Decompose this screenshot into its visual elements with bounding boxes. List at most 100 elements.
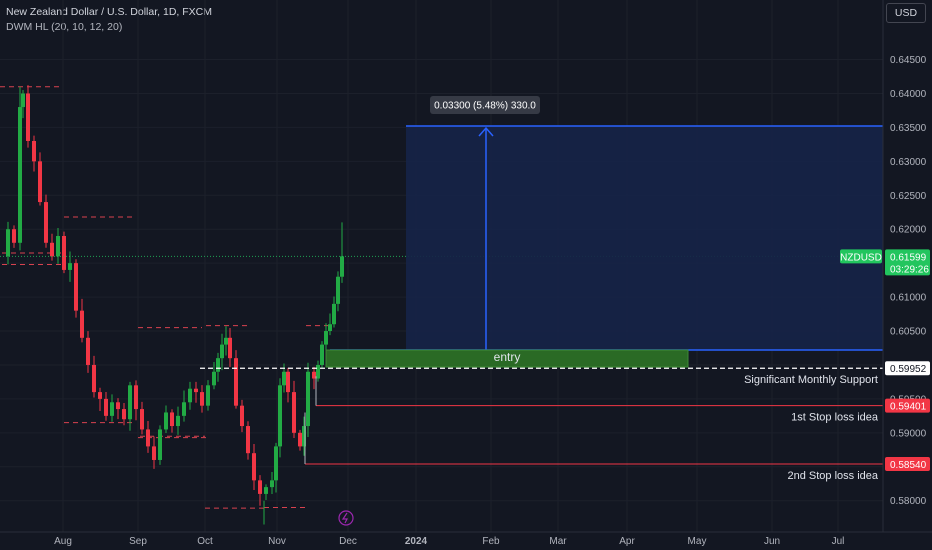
price-tick-label: 0.62500 xyxy=(890,191,927,202)
candle-up xyxy=(278,378,282,458)
candle-body xyxy=(274,446,278,481)
candle-body xyxy=(38,161,42,203)
candle-body xyxy=(194,388,198,393)
time-tick-label: Jun xyxy=(764,536,780,547)
candle-down xyxy=(26,85,30,148)
candle-body xyxy=(92,364,96,393)
candle-body xyxy=(176,415,180,427)
candle-body xyxy=(228,337,232,359)
candle-down xyxy=(246,421,250,460)
candle-body xyxy=(234,358,238,406)
price-tick-label: 0.64000 xyxy=(890,89,927,100)
price-tick-label: 0.62000 xyxy=(890,225,927,236)
candle-body xyxy=(246,426,250,454)
candle-body xyxy=(6,229,10,257)
price-tick-label: 0.63500 xyxy=(890,123,927,134)
candle-body xyxy=(26,93,30,141)
candle-up xyxy=(56,227,60,264)
candle-up xyxy=(212,361,216,390)
candle-body xyxy=(104,398,108,416)
candle-down xyxy=(140,401,144,435)
price-tick-label: 0.64500 xyxy=(890,55,927,66)
time-tick-label: Mar xyxy=(549,536,567,547)
candle-body xyxy=(170,412,174,427)
candle-up xyxy=(176,406,180,435)
candle-down xyxy=(74,259,78,318)
candle-body xyxy=(258,480,262,494)
price-tick-label: 0.60500 xyxy=(890,327,927,338)
candle-body xyxy=(98,392,102,399)
lightning-icon-ring xyxy=(338,510,354,526)
candles xyxy=(6,85,344,525)
candle-down xyxy=(298,429,302,451)
candle-body xyxy=(306,371,310,427)
candle-up xyxy=(164,405,168,434)
time-tick-label: 2024 xyxy=(405,536,428,547)
candle-body xyxy=(200,392,204,406)
candle-body xyxy=(50,242,54,257)
candle-up xyxy=(128,381,132,431)
time-tick-label: Oct xyxy=(197,536,213,547)
candle-body xyxy=(298,432,302,447)
price-tick-label: 0.61000 xyxy=(890,293,927,304)
candle-body xyxy=(282,371,286,386)
candle-body xyxy=(44,202,48,243)
candle-body xyxy=(122,409,126,420)
candle-up xyxy=(6,221,10,265)
candle-down xyxy=(44,194,48,248)
candle-down xyxy=(134,380,138,421)
candle-body xyxy=(320,344,324,365)
candle-up xyxy=(188,381,192,410)
stop2-annotation: 2nd Stop loss idea xyxy=(787,470,878,482)
target-zone xyxy=(406,126,883,351)
candle-body xyxy=(134,385,138,410)
candle-body xyxy=(128,385,132,420)
candle-down xyxy=(80,298,84,343)
candle-body xyxy=(62,236,66,270)
candle-body xyxy=(12,229,16,243)
candle-body xyxy=(324,331,328,345)
candle-up xyxy=(332,296,336,328)
stop2-price-tag: 0.58540 xyxy=(890,460,927,471)
lightning-icon xyxy=(338,510,354,526)
candle-down xyxy=(194,381,198,403)
candle-down xyxy=(234,350,238,409)
candle-body xyxy=(252,453,256,481)
candle-body xyxy=(206,385,210,406)
candle-body xyxy=(110,402,114,416)
candle-up xyxy=(182,390,186,422)
price-tick-label: 0.58000 xyxy=(890,496,927,507)
time-tick-label: Jul xyxy=(832,536,845,547)
candle-body xyxy=(240,405,244,427)
measure-label: 0.03300 (5.48%) 330.0 xyxy=(434,101,536,112)
candle-up xyxy=(270,472,274,495)
candle-body xyxy=(286,371,290,393)
candle-body xyxy=(68,263,72,270)
candle-body xyxy=(56,236,60,257)
candle-down xyxy=(32,135,36,172)
time-tick-label: Sep xyxy=(129,536,147,547)
candle-body xyxy=(182,402,186,416)
candle-body xyxy=(220,344,224,359)
candle-body xyxy=(332,303,336,325)
candle-up xyxy=(216,352,220,382)
time-axis: Aug Sep Oct Nov Dec 2024 Feb Mar Apr May Jun Jul xyxy=(0,531,932,547)
candle-down xyxy=(240,399,244,433)
candle-up xyxy=(158,425,162,465)
candle-body xyxy=(158,429,162,460)
candle-down xyxy=(170,409,174,433)
candle-body xyxy=(188,388,192,403)
price-tick-label: 0.63000 xyxy=(890,157,927,168)
current-price-tag: 0.61599 xyxy=(890,252,927,263)
price-tick-label: 0.59000 xyxy=(890,428,927,439)
time-tick-label: Nov xyxy=(268,536,286,547)
candle-up xyxy=(320,341,324,368)
time-tick-label: Apr xyxy=(619,536,635,547)
candle-down xyxy=(122,403,126,426)
candle-body xyxy=(32,140,36,162)
price-chart[interactable]: 0.03300 (5.48%) 330.0 entry Significant Mo… xyxy=(0,0,932,550)
candle-body xyxy=(80,310,84,338)
candle-up xyxy=(336,271,340,312)
support-price-tag: 0.59952 xyxy=(890,364,927,375)
stop1-annotation: 1st Stop loss idea xyxy=(791,412,879,424)
